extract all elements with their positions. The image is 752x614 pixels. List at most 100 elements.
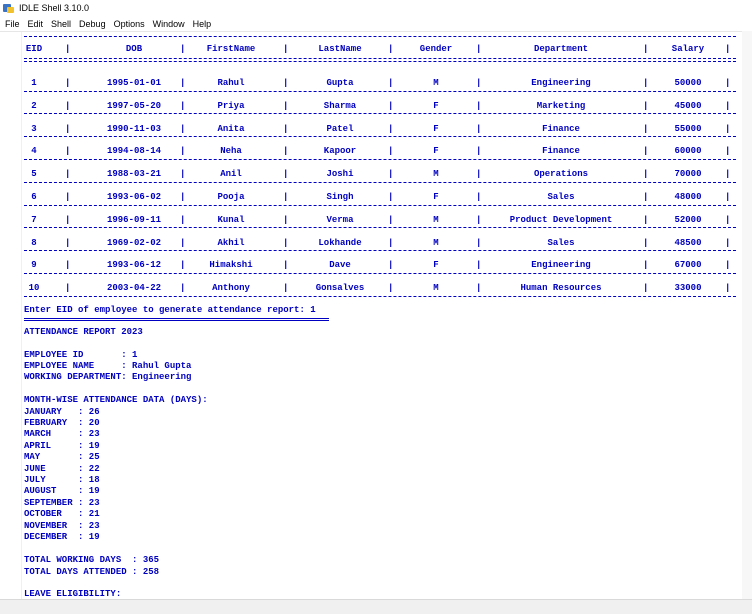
cell-firstname: Rahul bbox=[217, 78, 245, 88]
status-bar bbox=[0, 599, 752, 614]
column-separator: | bbox=[725, 78, 731, 88]
total-days-attended: TOTAL DAYS ATTENDED : 258 bbox=[24, 566, 160, 577]
column-separator: | bbox=[180, 260, 186, 271]
column-separator: | bbox=[283, 44, 289, 54]
cell-firstname: Kunal bbox=[217, 214, 245, 225]
column-separator: | bbox=[725, 283, 731, 294]
column-separator: | bbox=[388, 237, 394, 248]
column-separator: | bbox=[283, 283, 289, 294]
table-header-row: EID DOB FirstName LastName Gender Department S… bbox=[24, 44, 736, 54]
cell-department: Operations bbox=[533, 169, 588, 180]
column-separator: | bbox=[65, 237, 71, 248]
column-separator: | bbox=[725, 146, 731, 157]
column-separator: | bbox=[283, 192, 289, 202]
shell-gutter bbox=[0, 32, 22, 599]
table-row: 1 1995-01-01 Rahul Gupta M Engineering 50000 | |… bbox=[24, 78, 736, 88]
column-separator: | bbox=[476, 100, 482, 111]
cell-eid: 3 bbox=[31, 123, 37, 134]
column-separator: | bbox=[283, 214, 289, 225]
menu-edit[interactable]: Edit bbox=[25, 19, 47, 29]
column-separator: | bbox=[388, 123, 394, 134]
column-separator: | bbox=[180, 100, 186, 111]
column-separator: | bbox=[388, 214, 394, 225]
menu-options[interactable]: Options bbox=[111, 19, 148, 29]
column-separator: | bbox=[643, 78, 649, 88]
cell-department: Marketing bbox=[536, 100, 586, 111]
column-separator: | bbox=[65, 146, 71, 157]
column-separator: | bbox=[388, 283, 394, 294]
shell-text: EID DOB FirstName LastName Gender Department S… bbox=[24, 32, 740, 599]
column-separator: | bbox=[283, 100, 289, 111]
table-divider bbox=[24, 250, 736, 252]
cell-department: Finance bbox=[542, 123, 580, 134]
table-divider bbox=[24, 113, 736, 115]
cell-firstname: Priya bbox=[217, 100, 245, 111]
menu-shell[interactable]: Shell bbox=[48, 19, 74, 29]
column-separator: | bbox=[643, 123, 649, 134]
table-divider bbox=[24, 227, 736, 229]
cell-department: Engineering bbox=[531, 78, 591, 88]
column-separator: | bbox=[283, 237, 289, 248]
column-separator: | bbox=[476, 78, 482, 88]
working-department: WORKING DEPARTMENT: Engineering bbox=[24, 372, 192, 382]
column-separator: | bbox=[180, 169, 186, 180]
cell-firstname: Anita bbox=[217, 123, 245, 134]
cell-eid: 6 bbox=[31, 192, 37, 202]
column-separator: | bbox=[476, 123, 482, 134]
month-attendance: AUGUST : 19 bbox=[24, 486, 100, 497]
column-separator: | bbox=[388, 169, 394, 180]
cell-department: Sales bbox=[547, 237, 575, 248]
column-separator: | bbox=[180, 44, 186, 54]
menu-window[interactable]: Window bbox=[150, 19, 188, 29]
cell-firstname: Neha bbox=[220, 146, 242, 157]
cell-eid: 10 bbox=[28, 283, 40, 294]
column-separator: | bbox=[180, 146, 186, 157]
column-separator: | bbox=[65, 260, 71, 271]
cell-department: Engineering bbox=[531, 260, 591, 271]
column-separator: | bbox=[643, 100, 649, 111]
table-divider bbox=[24, 181, 736, 183]
menu-file[interactable]: File bbox=[0, 19, 23, 29]
menu-bar: File Edit Shell Debug Options Window Hel… bbox=[0, 16, 752, 31]
column-separator: | bbox=[180, 237, 186, 248]
column-separator: | bbox=[476, 146, 482, 157]
month-attendance: MAY : 25 bbox=[24, 452, 100, 463]
column-separator: | bbox=[65, 44, 71, 54]
table-row: 5 1988-03-21 Anil Joshi M Operations 70000 | | | |… bbox=[24, 169, 736, 179]
leave-eligibility-heading: LEAVE ELIGIBILITY: bbox=[24, 589, 122, 599]
month-attendance: DECEMBER : 19 bbox=[24, 531, 100, 542]
column-separator: | bbox=[476, 283, 482, 294]
column-separator: | bbox=[643, 260, 649, 271]
monthwise-heading: MONTH-WISE ATTENDANCE DATA (DAYS): bbox=[24, 395, 208, 405]
column-separator: | bbox=[65, 123, 71, 134]
column-separator: | bbox=[643, 214, 649, 225]
shell-output-area[interactable]: EID DOB FirstName LastName Gender Department S… bbox=[0, 31, 752, 599]
employee-id: EMPLOYEE ID : 1 bbox=[24, 350, 138, 360]
column-separator: | bbox=[180, 78, 186, 88]
column-separator: | bbox=[65, 169, 71, 180]
column-separator: | bbox=[725, 237, 731, 248]
month-attendance: SEPTEMBER : 23 bbox=[24, 497, 100, 508]
column-separator: | bbox=[388, 100, 394, 111]
column-separator: | bbox=[388, 146, 394, 157]
window-title: IDLE Shell 3.10.0 bbox=[19, 3, 90, 13]
month-attendance: JANUARY : 26 bbox=[24, 406, 100, 417]
table-divider bbox=[24, 58, 736, 59]
cell-department: Department bbox=[533, 44, 588, 54]
table-divider bbox=[24, 136, 736, 138]
menu-help[interactable]: Help bbox=[190, 19, 215, 29]
column-separator: | bbox=[388, 192, 394, 202]
month-attendance: JUNE : 22 bbox=[24, 463, 100, 474]
cell-firstname: Anthony bbox=[212, 283, 250, 294]
table-divider bbox=[24, 36, 736, 37]
menu-debug[interactable]: Debug bbox=[76, 19, 109, 29]
column-separator: | bbox=[725, 123, 731, 134]
title-bar: IDLE Shell 3.10.0 bbox=[0, 0, 752, 16]
month-attendance: APRIL : 19 bbox=[24, 440, 100, 451]
vertical-scrollbar[interactable] bbox=[742, 31, 752, 599]
column-separator: | bbox=[180, 283, 186, 294]
table-row: 9 1993-06-12 Himakshi Dave F Engineering 67000… bbox=[24, 260, 736, 270]
cell-eid: 5 bbox=[31, 169, 37, 180]
separator-line bbox=[24, 318, 329, 321]
column-separator: | bbox=[283, 78, 289, 88]
